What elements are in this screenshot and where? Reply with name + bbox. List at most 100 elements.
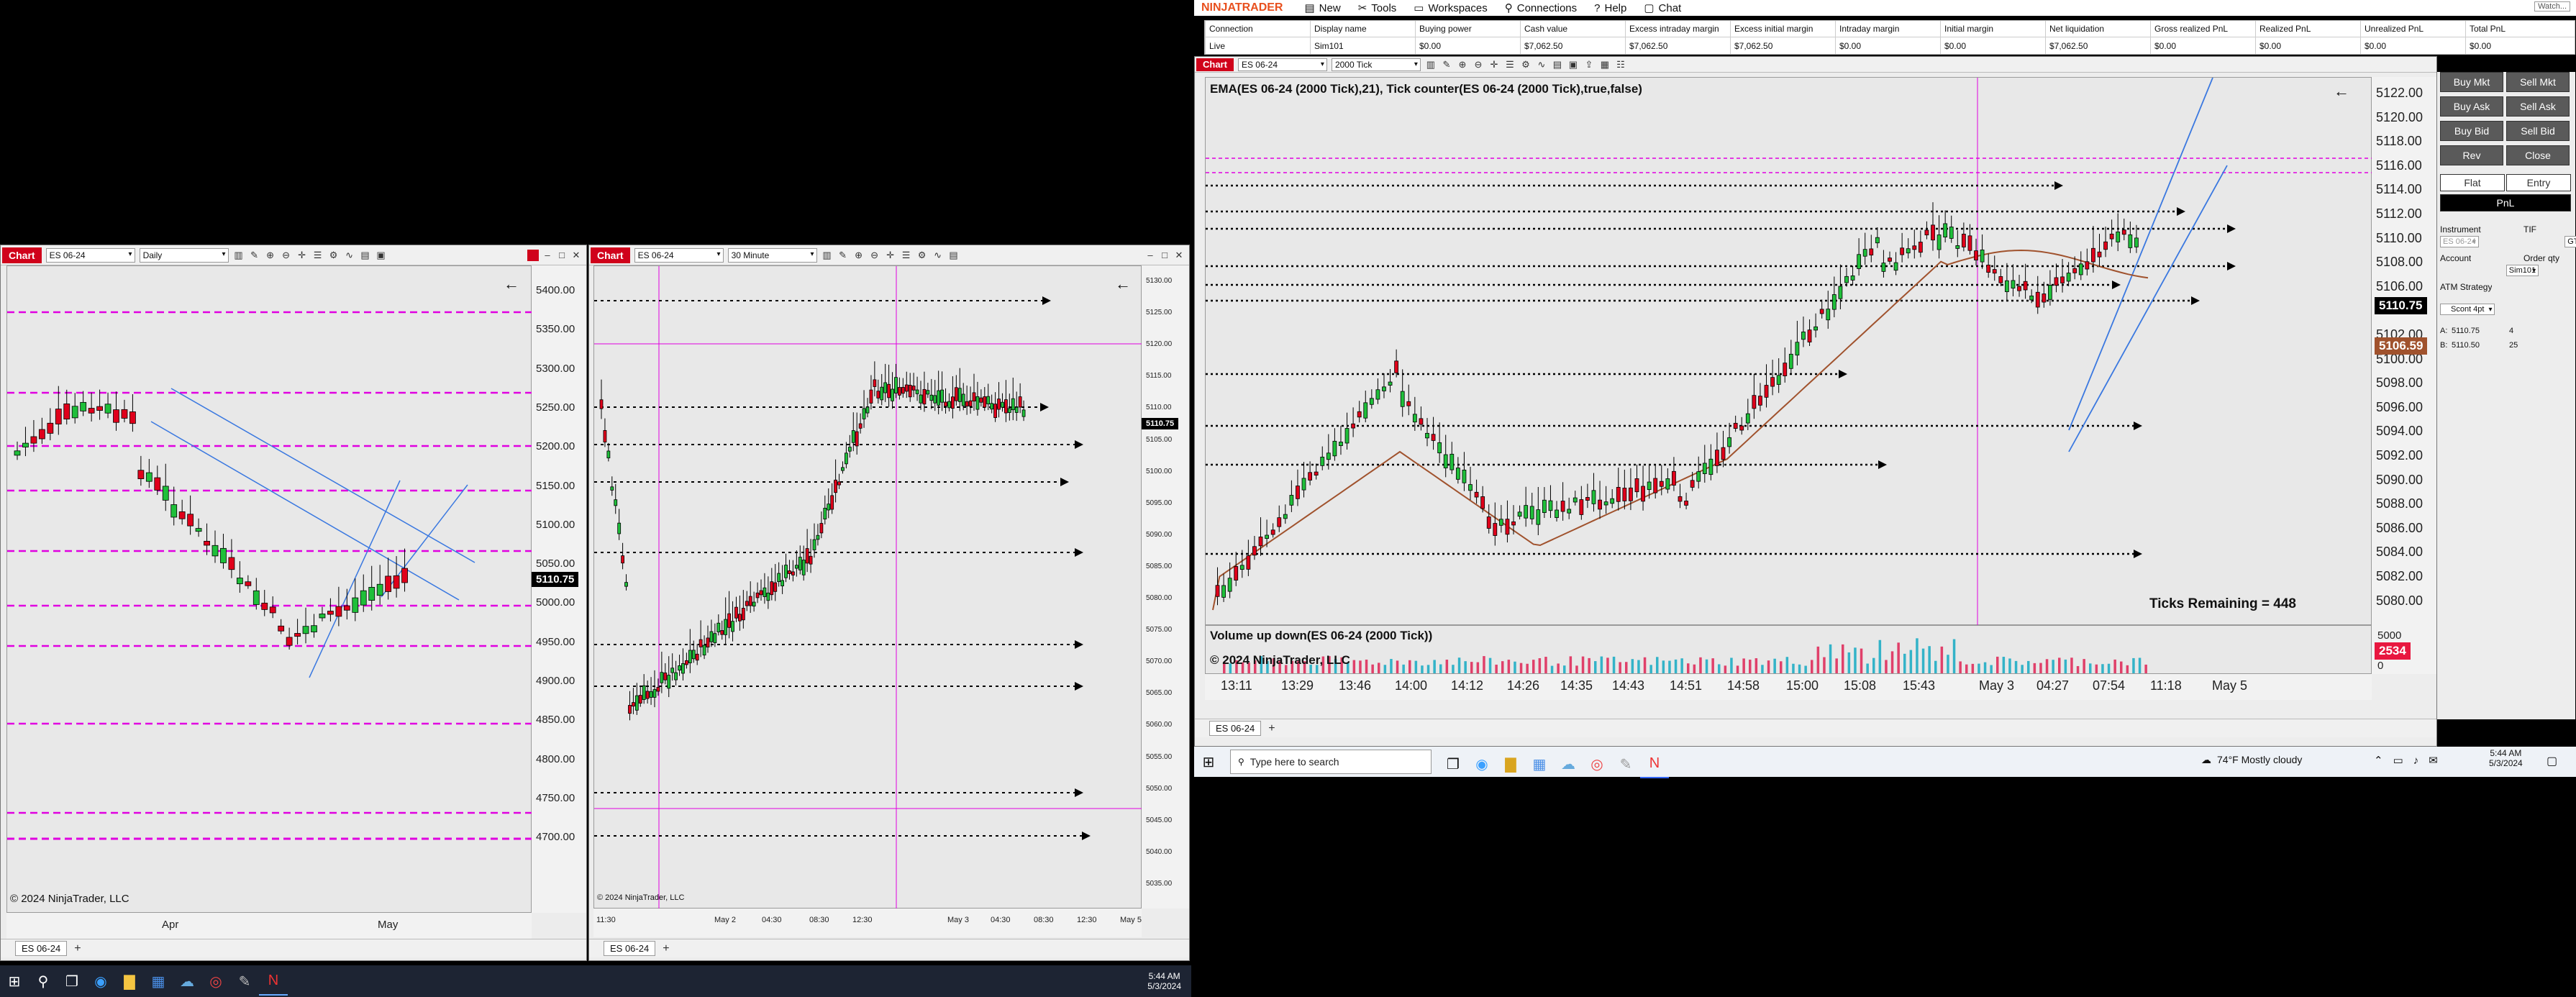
rev-button[interactable]: Rev (2440, 145, 2503, 165)
zoom-out-icon[interactable]: ⊖ (281, 250, 292, 261)
account-column-header[interactable]: Intraday margin (1839, 24, 1939, 34)
trend-line[interactable] (2068, 165, 2228, 452)
notifications-icon[interactable]: ▢ (2547, 754, 2557, 768)
bar-type-icon[interactable]: ▥ (822, 250, 833, 261)
account-column-header[interactable]: Unrealized PnL (2365, 24, 2464, 34)
account-column-header[interactable]: Gross realized PnL (2154, 24, 2254, 34)
close-icon[interactable]: ✕ (570, 250, 582, 261)
instrument-select[interactable]: ES 06-24 (1237, 58, 1327, 71)
flat-button[interactable]: Flat (2440, 174, 2505, 191)
trend-line[interactable] (170, 388, 475, 563)
data-box-icon[interactable]: ☷ (1615, 59, 1626, 70)
bar-type-icon[interactable]: ▥ (233, 250, 245, 261)
account-column-header[interactable]: Realized PnL (2259, 24, 2359, 34)
scroll-back-icon[interactable]: ← (504, 275, 519, 293)
add-tab-icon[interactable]: + (660, 942, 672, 955)
pencil-icon[interactable]: ✎ (837, 250, 849, 261)
price-panel[interactable]: ← © 2024 NinjaTrader, LLC (6, 265, 532, 913)
templates-icon[interactable]: ▤ (948, 250, 960, 261)
account-select[interactable]: Sim101 (2506, 265, 2539, 276)
instrument-tab[interactable]: ES 06-24 (604, 941, 656, 956)
instrument-tab[interactable]: ES 06-24 (15, 941, 68, 956)
minimize-icon[interactable]: – (1144, 250, 1156, 261)
atm-strategy-select[interactable]: Scont 4pt (2440, 304, 2495, 315)
maximize-icon[interactable]: □ (556, 250, 568, 261)
properties-icon[interactable]: ☰ (312, 250, 324, 261)
properties-icon[interactable]: ☰ (1504, 59, 1516, 70)
edge-icon[interactable]: ◉ (86, 967, 115, 996)
strategies-icon[interactable]: ⚙ (1520, 59, 1532, 70)
account-column-header[interactable]: Connection (1209, 24, 1309, 34)
zoom-in-icon[interactable]: ⊕ (853, 250, 865, 261)
zoom-in-icon[interactable]: ⊕ (1457, 59, 1468, 70)
menu-connections[interactable]: ⚲ Connections (1505, 1, 1577, 15)
sell-mkt-button[interactable]: Sell Mkt (2506, 72, 2570, 92)
properties-icon[interactable]: ☰ (901, 250, 912, 261)
ninjatrader-icon[interactable]: N (1640, 750, 1669, 778)
zoom-in-icon[interactable]: ⊕ (265, 250, 276, 261)
interval-select[interactable]: Daily (139, 247, 229, 263)
entry-button[interactable]: Entry (2506, 174, 2571, 191)
strategies-icon[interactable]: ⚙ (328, 250, 340, 261)
taskbar-search[interactable]: ⚲ Type here to search (1230, 750, 1432, 774)
trend-line[interactable] (150, 421, 460, 601)
sell-ask-button[interactable]: Sell Ask (2506, 96, 2570, 117)
account-column-header[interactable]: Net liquidation (2049, 24, 2149, 34)
menu-help[interactable]: ? Help (1594, 2, 1626, 14)
strategies-icon[interactable]: ⚙ (916, 250, 928, 261)
search-icon[interactable]: ⚲ (29, 967, 58, 996)
scroll-back-icon[interactable]: ← (1115, 275, 1131, 293)
close-icon[interactable]: ✕ (1173, 250, 1185, 261)
store-icon[interactable]: ▦ (144, 967, 173, 996)
weather-widget[interactable]: ☁ 74°F Mostly cloudy (2201, 754, 2302, 766)
crosshair-icon[interactable]: ✛ (885, 250, 896, 261)
pencil-icon[interactable]: ✎ (1441, 59, 1452, 70)
tray-icons[interactable]: ⌃▭♪✉ (2374, 754, 2448, 767)
instrument-tab[interactable]: ES 06-24 (1209, 721, 1262, 736)
crosshair-icon[interactable]: ✛ (1488, 59, 1500, 70)
account-column-header[interactable]: Excess initial margin (1734, 24, 1834, 34)
scroll-back-icon[interactable]: ← (2334, 82, 2349, 101)
zoom-out-icon[interactable]: ⊖ (1473, 59, 1484, 70)
zoom-out-icon[interactable]: ⊖ (869, 250, 880, 261)
file-explorer-icon[interactable]: ▇ (1496, 750, 1525, 778)
windows-start-icon[interactable]: ⊞ (0, 967, 29, 996)
account-column-header[interactable]: Initial margin (1944, 24, 2044, 34)
indicators-icon[interactable]: ∿ (1536, 59, 1547, 70)
windows-start-icon[interactable]: ⊞ (1194, 747, 1223, 776)
buy-ask-button[interactable]: Buy Ask (2440, 96, 2503, 117)
task-view-icon[interactable]: ❐ (1439, 750, 1467, 778)
indicators-icon[interactable]: ∿ (344, 250, 355, 261)
price-axis[interactable]: 5400.00 5350.00 5300.00 5250.00 5200.00 5150.… (532, 265, 586, 913)
link-color-icon[interactable] (527, 249, 539, 261)
price-axis[interactable]: 5122.00 5120.00 5118.00 5116.00 5114.00 5112.… (2372, 77, 2436, 625)
interval-select[interactable]: 30 Minute (727, 247, 817, 263)
app2-icon[interactable]: ✎ (230, 967, 259, 996)
search-input[interactable]: Type here to search (1250, 756, 1339, 768)
chrome-icon[interactable]: ◎ (1583, 750, 1611, 778)
trend-line[interactable] (2068, 77, 2213, 431)
crosshair-icon[interactable]: ✛ (296, 250, 308, 261)
edge-icon[interactable]: ◉ (1467, 750, 1496, 778)
watch-label[interactable]: Watch... (2534, 1, 2570, 12)
sell-bid-button[interactable]: Sell Bid (2506, 121, 2570, 141)
bar-type-icon[interactable]: ▥ (1425, 59, 1437, 70)
add-tab-icon[interactable]: + (1265, 722, 1278, 735)
pencil-icon[interactable]: ✎ (249, 250, 260, 261)
store-icon[interactable]: ▦ (1525, 750, 1554, 778)
file-explorer-icon[interactable]: ▇ (115, 967, 144, 996)
instrument-select[interactable]: ES 06-24 (45, 247, 135, 263)
instrument-select[interactable]: ES 06-24 (634, 247, 724, 263)
price-axis[interactable]: 5130.00 5125.00 5120.00 5115.00 5110.00 5105.… (1142, 265, 1189, 909)
account-column-header[interactable]: Total PnL (2470, 24, 2569, 34)
buy-bid-button[interactable]: Buy Bid (2440, 121, 2503, 141)
account-column-header[interactable]: Excess intraday margin (1629, 24, 1729, 34)
tif-select[interactable]: GTC (2564, 236, 2576, 247)
snapshot-icon[interactable]: ▣ (376, 250, 387, 261)
snapshot-icon[interactable]: ▣ (1567, 59, 1579, 70)
account-column-header[interactable]: Cash value (1524, 24, 1624, 34)
menu-chat[interactable]: ▢ Chat (1644, 1, 1681, 15)
app2-icon[interactable]: ✎ (1611, 750, 1640, 778)
ninjatrader-icon[interactable]: N (259, 967, 288, 996)
maximize-icon[interactable]: □ (1159, 250, 1170, 261)
